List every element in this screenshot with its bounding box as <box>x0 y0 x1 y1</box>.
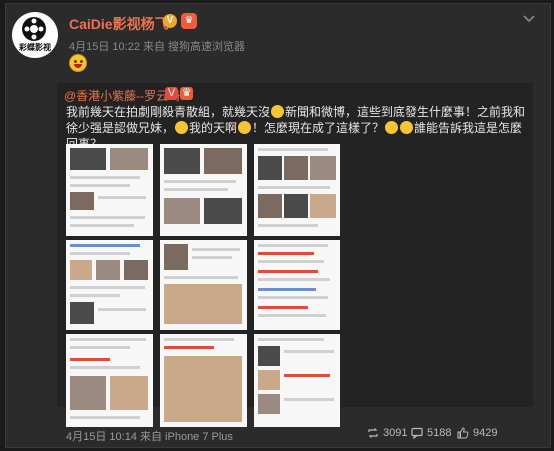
comment-count: 5188 <box>427 427 452 439</box>
quoted-text-part1: 我前幾天在拍劇剛殺青散組，就幾天沒 <box>66 105 271 119</box>
v-badge-icon: V <box>165 87 178 100</box>
quoted-meta: 4月15日 10:14 来自 iPhone 7 Plus <box>66 431 233 443</box>
image-thumbnail-6[interactable] <box>254 240 340 330</box>
image-thumbnail-7[interactable] <box>66 334 153 427</box>
image-thumbnail-2[interactable] <box>160 144 247 236</box>
surprised-emoji-icon <box>385 121 399 134</box>
post-meta: 4月15日 10:22 来自 搜狗高速浏览器 <box>69 41 246 53</box>
image-thumbnail-3[interactable] <box>254 144 340 236</box>
repost-icon <box>368 428 378 438</box>
quoted-text-part4: ！怎麼現在成了這樣了？ <box>252 121 385 135</box>
like-count: 9429 <box>473 427 498 439</box>
comment-icon <box>411 427 423 439</box>
film-reel-icon <box>22 17 46 41</box>
laughing-emoji-icon <box>69 54 87 72</box>
username-link[interactable]: CaiDie影视杨飞 <box>69 14 169 34</box>
verified-badge-icon[interactable]: V <box>163 14 177 28</box>
avatar[interactable]: 彩蝶影视 <box>12 12 58 58</box>
eyes-emoji-icon <box>271 105 285 118</box>
shocked-emoji-icon <box>175 121 189 134</box>
quoted-mention-link[interactable]: @香港小紫藤--罗云琦 <box>64 89 180 103</box>
repost-button[interactable]: 3091 <box>367 427 407 439</box>
avatar-logo-text: 彩蝶影视 <box>19 43 51 52</box>
image-thumbnail-4[interactable] <box>66 240 153 330</box>
like-button[interactable]: 9429 <box>457 427 497 439</box>
crown-badge-icon: ♛ <box>180 87 193 100</box>
repost-count: 3091 <box>383 427 408 439</box>
image-thumbnail-5[interactable] <box>160 240 247 330</box>
image-thumbnail-8[interactable] <box>160 334 247 427</box>
chevron-down-icon[interactable] <box>522 14 536 24</box>
image-thumbnail-9[interactable] <box>254 334 340 427</box>
comment-button[interactable]: 5188 <box>411 427 451 439</box>
quoted-badges: V ♛ <box>165 87 195 100</box>
quoted-username[interactable]: @香港小紫藤--罗云琦 <box>64 87 180 104</box>
quoted-text-part3: 我的天啊 <box>189 121 238 135</box>
image-thumbnail-1[interactable] <box>66 144 153 236</box>
thumbs-up-icon <box>457 427 469 439</box>
crying-laugh-emoji-icon <box>238 121 252 134</box>
image-grid <box>66 144 468 427</box>
crown-badge-icon[interactable]: ♛ <box>181 13 197 29</box>
sweat-emoji-icon <box>400 121 414 134</box>
